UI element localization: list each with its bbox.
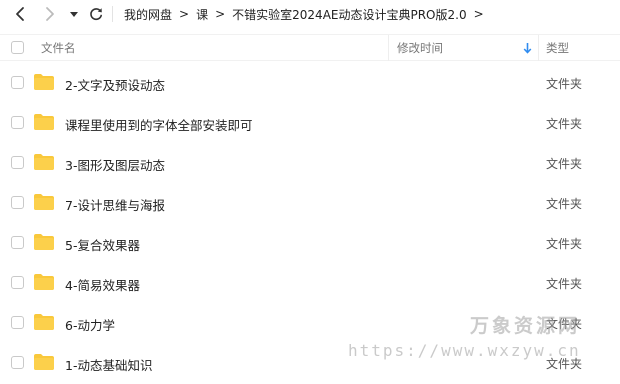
file-name[interactable]: 课程里使用到的字体全部安装即可: [65, 115, 253, 134]
toolbar: 我的网盘 > 课 > 不错实验室2024AE动态设计宝典PRO版2.0 >: [0, 0, 620, 28]
file-name[interactable]: 2-文字及预设动态: [65, 75, 165, 94]
file-type: 文件夹: [546, 77, 583, 91]
chevron-right-icon: >: [215, 7, 226, 21]
folder-icon: [34, 114, 54, 130]
row-checkbox[interactable]: [11, 116, 24, 129]
refresh-button[interactable]: [86, 4, 106, 24]
chevron-right-icon[interactable]: >: [474, 7, 484, 21]
file-type: 文件夹: [546, 237, 583, 251]
refresh-icon: [90, 8, 102, 21]
forward-icon: [46, 7, 54, 21]
history-dropdown-button[interactable]: [64, 4, 84, 24]
file-list-header: 文件名 修改时间 类型: [0, 34, 620, 61]
breadcrumb-item-current[interactable]: 不错实验室2024AE动态设计宝典PRO版2.0: [232, 6, 466, 23]
chevron-right-icon: >: [179, 7, 190, 21]
watermark-text: 万象资源网: [470, 315, 581, 337]
row-checkbox[interactable]: [11, 356, 24, 369]
list-item[interactable]: 5-复合效果器 文件夹: [0, 223, 620, 263]
folder-icon: [34, 234, 54, 250]
column-header-modified[interactable]: 修改时间: [397, 40, 443, 56]
watermark-url: https://www.wxzyw.cn: [348, 341, 581, 360]
sort-down-icon[interactable]: [523, 42, 532, 54]
file-type: 文件夹: [546, 277, 583, 291]
row-checkbox[interactable]: [11, 156, 24, 169]
column-divider: [388, 35, 389, 61]
folder-icon: [34, 194, 54, 210]
dropdown-icon: [70, 12, 78, 17]
list-item[interactable]: 3-图形及图层动态 文件夹: [0, 143, 620, 183]
file-name[interactable]: 1-动态基础知识: [65, 355, 152, 374]
column-header-type[interactable]: 类型: [546, 40, 569, 56]
file-name[interactable]: 4-简易效果器: [65, 275, 140, 294]
folder-icon: [34, 314, 54, 330]
breadcrumb-item-root[interactable]: 我的网盘: [124, 6, 172, 23]
back-icon: [16, 7, 24, 21]
file-type: 文件夹: [546, 197, 583, 211]
select-all-checkbox[interactable]: [11, 41, 24, 54]
file-name[interactable]: 5-复合效果器: [65, 235, 140, 254]
folder-icon: [34, 354, 54, 370]
row-checkbox[interactable]: [11, 316, 24, 329]
list-item[interactable]: 7-设计思维与海报 文件夹: [0, 183, 620, 223]
list-item[interactable]: 课程里使用到的字体全部安装即可 文件夹: [0, 103, 620, 143]
folder-icon: [34, 274, 54, 290]
row-checkbox[interactable]: [11, 236, 24, 249]
file-name[interactable]: 7-设计思维与海报: [65, 195, 165, 214]
folder-icon: [34, 74, 54, 90]
column-divider: [538, 35, 539, 61]
toolbar-separator: [112, 6, 113, 22]
breadcrumb: 我的网盘 > 课 > 不错实验室2024AE动态设计宝典PRO版2.0 >: [124, 5, 491, 23]
file-type: 文件夹: [546, 117, 583, 131]
file-type: 文件夹: [546, 157, 583, 171]
row-checkbox[interactable]: [11, 76, 24, 89]
folder-icon: [34, 154, 54, 170]
list-item[interactable]: 2-文字及预设动态 文件夹: [0, 63, 620, 103]
forward-button[interactable]: [40, 4, 60, 24]
breadcrumb-item-course[interactable]: 课: [196, 6, 208, 23]
file-name[interactable]: 3-图形及图层动态: [65, 155, 165, 174]
row-checkbox[interactable]: [11, 196, 24, 209]
row-checkbox[interactable]: [11, 276, 24, 289]
list-item[interactable]: 4-简易效果器 文件夹: [0, 263, 620, 303]
column-header-name[interactable]: 文件名: [41, 40, 76, 56]
file-name[interactable]: 6-动力学: [65, 315, 115, 334]
back-button[interactable]: [10, 4, 30, 24]
